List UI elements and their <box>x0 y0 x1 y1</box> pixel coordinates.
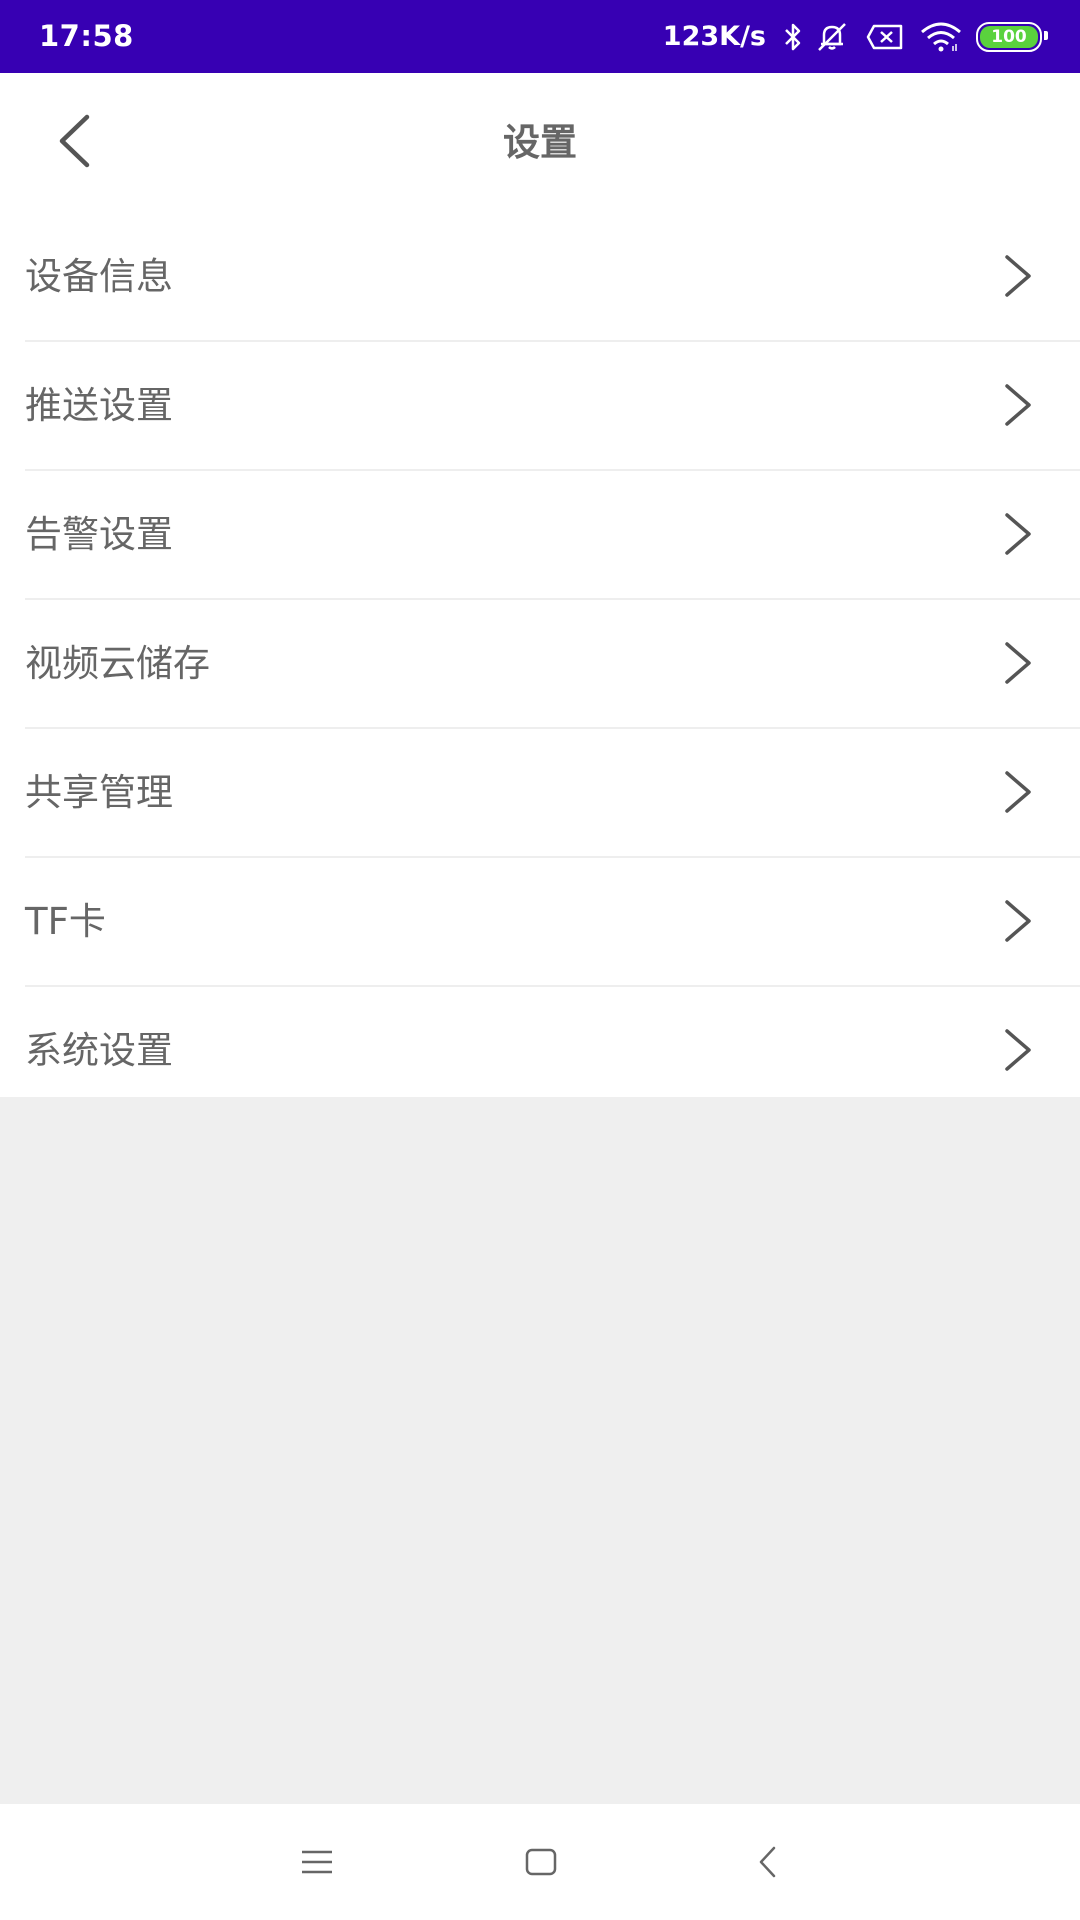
battery-level: 100 <box>980 25 1038 48</box>
menu-item-label: 告警设置 <box>25 513 173 556</box>
chevron-right-icon <box>1005 513 1031 555</box>
bluetooth-icon <box>782 22 804 52</box>
chevron-right-icon <box>1005 1029 1031 1071</box>
network-speed: 123K/s <box>662 21 766 52</box>
menu-item-device-info[interactable]: 设备信息 <box>25 213 1080 342</box>
menu-item-label: 推送设置 <box>25 384 173 427</box>
menu-item-tf-card[interactable]: TF卡 <box>25 858 1080 987</box>
status-icons: 123K/s 100 <box>662 0 1048 73</box>
chevron-right-icon <box>1005 384 1031 426</box>
chevron-right-icon <box>1005 900 1031 942</box>
menu-item-system-settings[interactable]: 系统设置 <box>25 987 1080 1114</box>
menu-item-label: 视频云储存 <box>25 642 210 685</box>
menu-item-share-management[interactable]: 共享管理 <box>25 729 1080 858</box>
wifi-icon <box>920 22 962 52</box>
header: 设置 <box>0 73 1080 213</box>
chevron-right-icon <box>1005 771 1031 813</box>
home-icon <box>525 1848 557 1876</box>
settings-menu: 设备信息 推送设置 告警设置 视频云储存 共享管理 TF卡 系统设置 <box>0 213 1080 1114</box>
system-nav-bar <box>0 1804 1080 1920</box>
menu-item-label: 系统设置 <box>25 1029 173 1072</box>
status-bar: 17:58 123K/s 100 <box>0 0 1080 73</box>
mute-bell-icon <box>814 21 850 53</box>
menu-item-label: 共享管理 <box>25 771 173 814</box>
battery-icon: 100 <box>976 21 1048 52</box>
home-button[interactable] <box>511 1832 571 1892</box>
system-back-button[interactable] <box>738 1832 798 1892</box>
menu-icon <box>302 1850 332 1874</box>
status-time: 17:58 <box>39 19 134 53</box>
recent-apps-button[interactable] <box>287 1832 347 1892</box>
chevron-right-icon <box>1005 255 1031 297</box>
sim-off-icon <box>866 24 904 50</box>
menu-item-label: 设备信息 <box>25 255 173 298</box>
menu-item-push-settings[interactable]: 推送设置 <box>25 342 1080 471</box>
menu-item-alarm-settings[interactable]: 告警设置 <box>25 471 1080 600</box>
page-title: 设置 <box>503 121 577 164</box>
menu-item-cloud-storage[interactable]: 视频云储存 <box>25 600 1080 729</box>
battery-tip <box>1044 30 1048 40</box>
settings-page: 设置 设备信息 推送设置 告警设置 视频云储存 共享管理 TF卡 系统设置 <box>0 73 1080 1097</box>
chevron-right-icon <box>1005 642 1031 684</box>
menu-item-label: TF卡 <box>25 900 106 943</box>
back-icon <box>759 1846 776 1878</box>
